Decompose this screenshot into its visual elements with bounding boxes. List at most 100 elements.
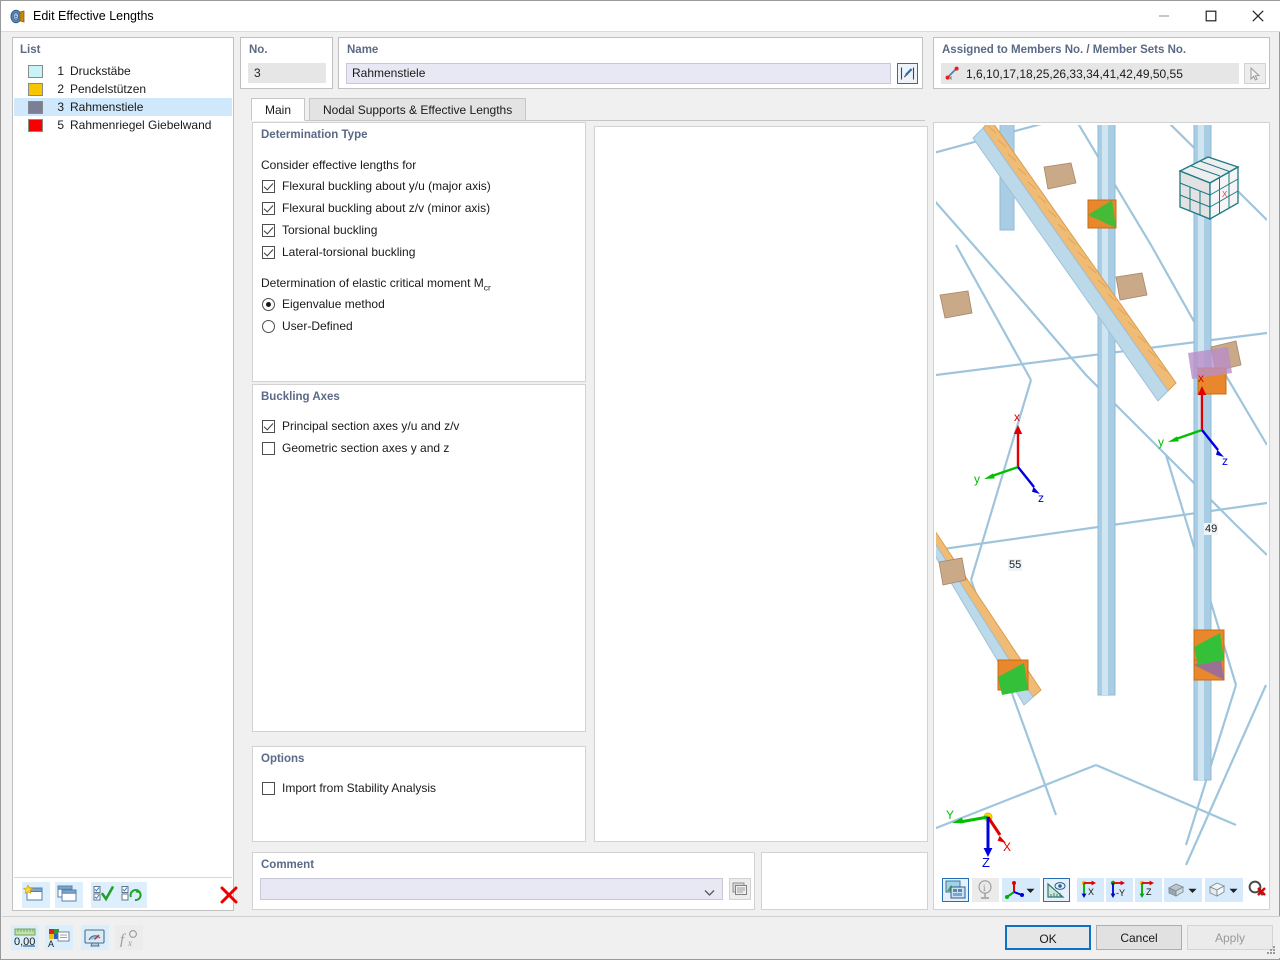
list-item[interactable]: 3 Rahmenstiele [14, 98, 232, 116]
list-item[interactable]: 5 Rahmenriegel Giebelwand [14, 116, 232, 134]
invert-selection-button[interactable] [119, 882, 147, 908]
chevron-down-icon[interactable] [1026, 888, 1035, 894]
checkbox-flexural-y-label: Flexural buckling about y/u (major axis) [282, 179, 491, 193]
svg-text:f: f [120, 932, 126, 948]
measure-button[interactable] [1043, 878, 1070, 902]
number-panel: No. 3 [240, 37, 333, 89]
dialog-footer: 0,00 A f x OK Cancel Apply [2, 916, 1280, 958]
delete-item-button[interactable] [217, 882, 241, 908]
radio-user-defined-button[interactable] [262, 320, 275, 333]
svg-text:y: y [1158, 435, 1164, 449]
svg-text:-Y: -Y [1116, 888, 1125, 898]
wireframe-button[interactable] [1205, 878, 1243, 902]
assigned-members-pick-button[interactable] [1244, 63, 1266, 84]
maximize-button[interactable] [1188, 1, 1234, 31]
duplicate-item-button[interactable] [55, 882, 83, 908]
decimal-places-button[interactable]: 0,00 [11, 925, 39, 950]
tab-main[interactable]: Main [251, 98, 306, 121]
resize-grip[interactable] [1265, 944, 1276, 955]
display-settings-button[interactable] [81, 925, 109, 950]
model-3d-view[interactable]: X x y z x y z 55 49 Y X Z [936, 125, 1267, 867]
number-field[interactable]: 3 [248, 63, 326, 83]
list-item[interactable]: 2 Pendelstützen [14, 80, 232, 98]
formula-button[interactable]: f x [115, 925, 143, 950]
name-panel: Name Rahmenstiele [338, 37, 923, 89]
checkbox-principal-axes[interactable] [262, 420, 275, 433]
checkbox-flexural-z[interactable] [262, 202, 275, 215]
solid-stack-icon [1167, 883, 1185, 897]
model-viewport-panel: X x y z x y z 55 49 Y X Z i X -Y Z [933, 122, 1270, 910]
name-edit-button[interactable] [897, 63, 918, 84]
assigned-members-input[interactable]: 1,6,10,17,18,25,26,33,34,41,42,49,50,55 [941, 63, 1239, 84]
viewport-toolbar: i X -Y Z [936, 873, 1267, 907]
assigned-members-panel: Assigned to Members No. / Member Sets No… [933, 37, 1270, 89]
pick-cursor-icon [1250, 66, 1261, 81]
effective-lengths-icon: 6 [9, 8, 26, 25]
svg-text:X: X [1088, 887, 1094, 897]
chevron-down-icon[interactable] [1229, 888, 1238, 894]
view-x-button[interactable]: X [1077, 878, 1104, 902]
cancel-button[interactable]: Cancel [1096, 925, 1182, 950]
view-along-y-icon: -Y [1110, 880, 1125, 898]
options-title: Options [261, 753, 305, 765]
list-item-number: 5 [57, 118, 64, 132]
list-item[interactable]: 1 Druckstäbe [14, 62, 232, 80]
checkbox-lateral-torsional-label: Lateral-torsional buckling [282, 245, 416, 259]
comment-input[interactable] [260, 878, 723, 900]
mcr-label-subscript: cr [483, 282, 491, 293]
view-y-button[interactable]: -Y [1106, 878, 1133, 902]
checkbox-lateral-torsional[interactable] [262, 246, 275, 259]
checkbox-torsional[interactable] [262, 224, 275, 237]
radio-eigenvalue-method-label: Eigenvalue method [282, 297, 385, 311]
svg-text:z: z [1038, 491, 1044, 505]
select-all-button[interactable] [91, 882, 119, 908]
list-item-color-swatch [28, 65, 43, 78]
chevron-down-icon[interactable] [1188, 888, 1197, 894]
buckling-axes-group: Buckling Axes Principal section axes y/u… [252, 384, 586, 732]
list-item-number: 3 [57, 100, 64, 114]
chevron-down-icon[interactable] [704, 886, 715, 900]
svg-text:X: X [1222, 190, 1228, 199]
red-x-icon [220, 886, 238, 904]
checkbox-import-stability-label: Import from Stability Analysis [282, 781, 437, 795]
checkbox-geometric-axes[interactable] [262, 442, 275, 455]
close-button[interactable] [1235, 1, 1280, 31]
list-item-label: Druckstäbe [70, 64, 131, 78]
effective-length-list[interactable]: 1 Druckstäbe 2 Pendelstützen 3 Rahmenstiele 5 R… [14, 62, 232, 134]
clear-selection-button[interactable] [1246, 878, 1268, 902]
monitor-icon [84, 929, 105, 947]
number-label: No. [249, 44, 268, 56]
info-button[interactable]: i [972, 878, 999, 902]
details-panel [594, 126, 928, 842]
list-panel: List 1 Druckstäbe 2 Pendelstützen 3 Rahmensti… [12, 37, 238, 911]
comment-library-button[interactable] [729, 878, 751, 900]
radio-eigenvalue-method-button[interactable] [262, 298, 275, 311]
axis-system-button[interactable] [1002, 878, 1040, 902]
name-label: Name [347, 44, 379, 56]
ok-button[interactable]: OK [1005, 925, 1091, 950]
svg-text:x: x [1014, 410, 1020, 424]
mcr-label: Determination of elastic critical moment… [261, 276, 491, 292]
tab-nodal-supports-effective-lengths[interactable]: Nodal Supports & Effective Lengths [309, 98, 527, 121]
new-item-button[interactable] [22, 882, 50, 908]
checkbox-import-stability[interactable] [262, 782, 275, 795]
view-z-button[interactable]: Z [1135, 878, 1162, 902]
model-3d-scene: X x y z x y z [936, 125, 1267, 867]
svg-text:x: x [1198, 371, 1204, 385]
name-input[interactable]: Rahmenstiele [346, 63, 891, 84]
minimize-button[interactable] [1141, 1, 1187, 31]
apply-button[interactable]: Apply [1187, 925, 1273, 950]
info-balloon-icon: i [978, 880, 992, 899]
render-mode-button[interactable] [942, 878, 969, 902]
checkbox-flexural-y[interactable] [262, 180, 275, 193]
units-button[interactable]: A [45, 925, 73, 950]
new-window-icon [22, 884, 43, 901]
determination-type-group: Determination Type Consider effective le… [252, 122, 586, 382]
display-mode-button[interactable] [1164, 878, 1202, 902]
details-footer-panel [761, 852, 928, 910]
tab-strip: Main Nodal Supports & Effective Lengths [251, 98, 925, 121]
list-item-color-swatch [28, 101, 43, 114]
member-line-icon: x [945, 66, 961, 82]
buckling-axes-title: Buckling Axes [261, 391, 340, 403]
minimize-icon [1159, 15, 1169, 17]
